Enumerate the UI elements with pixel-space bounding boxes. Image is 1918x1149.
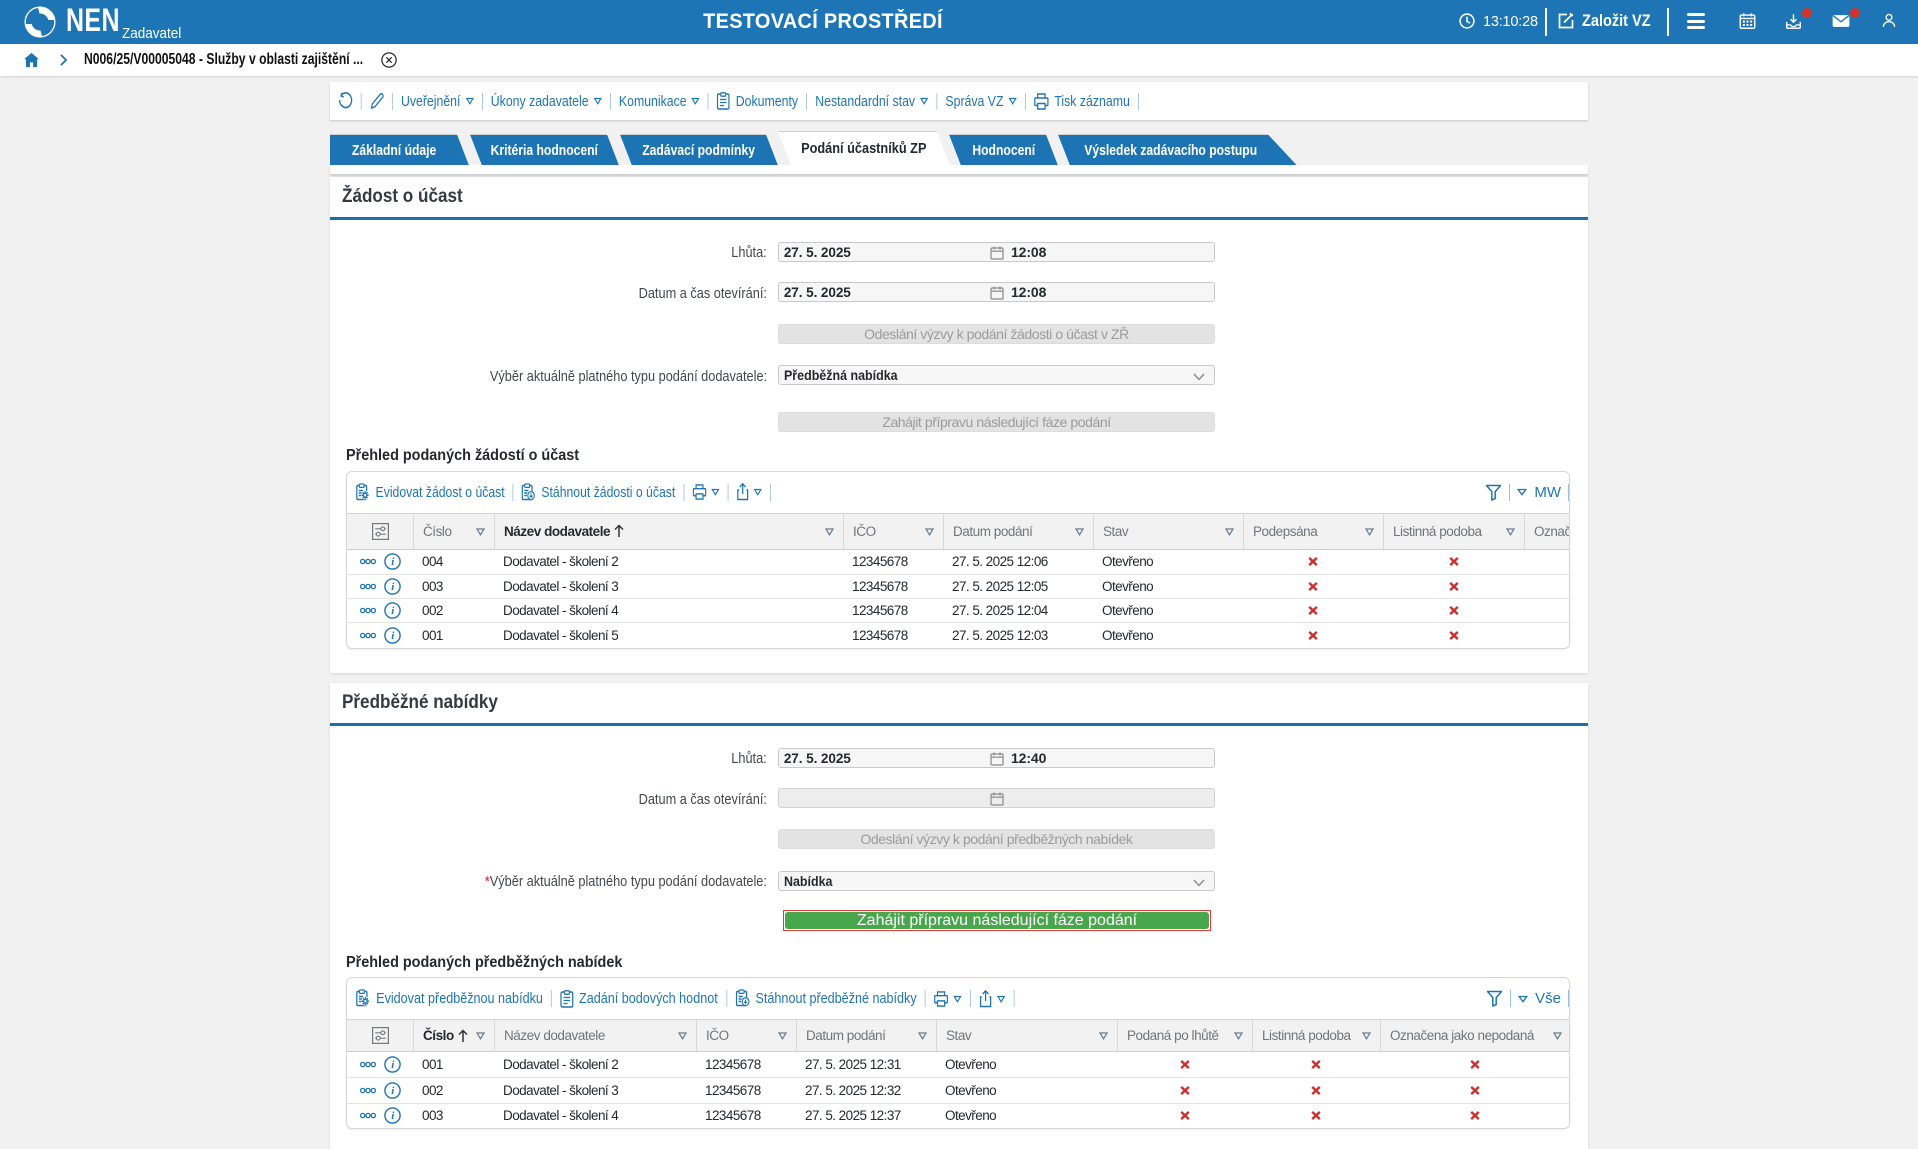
svg-text:i: i	[391, 605, 395, 617]
svg-text:i: i	[391, 1085, 395, 1097]
svg-text:i: i	[391, 556, 395, 568]
svg-text:i: i	[391, 581, 395, 593]
svg-text:i: i	[391, 1059, 395, 1071]
svg-text:i: i	[391, 1110, 395, 1122]
svg-text:i: i	[391, 630, 395, 642]
